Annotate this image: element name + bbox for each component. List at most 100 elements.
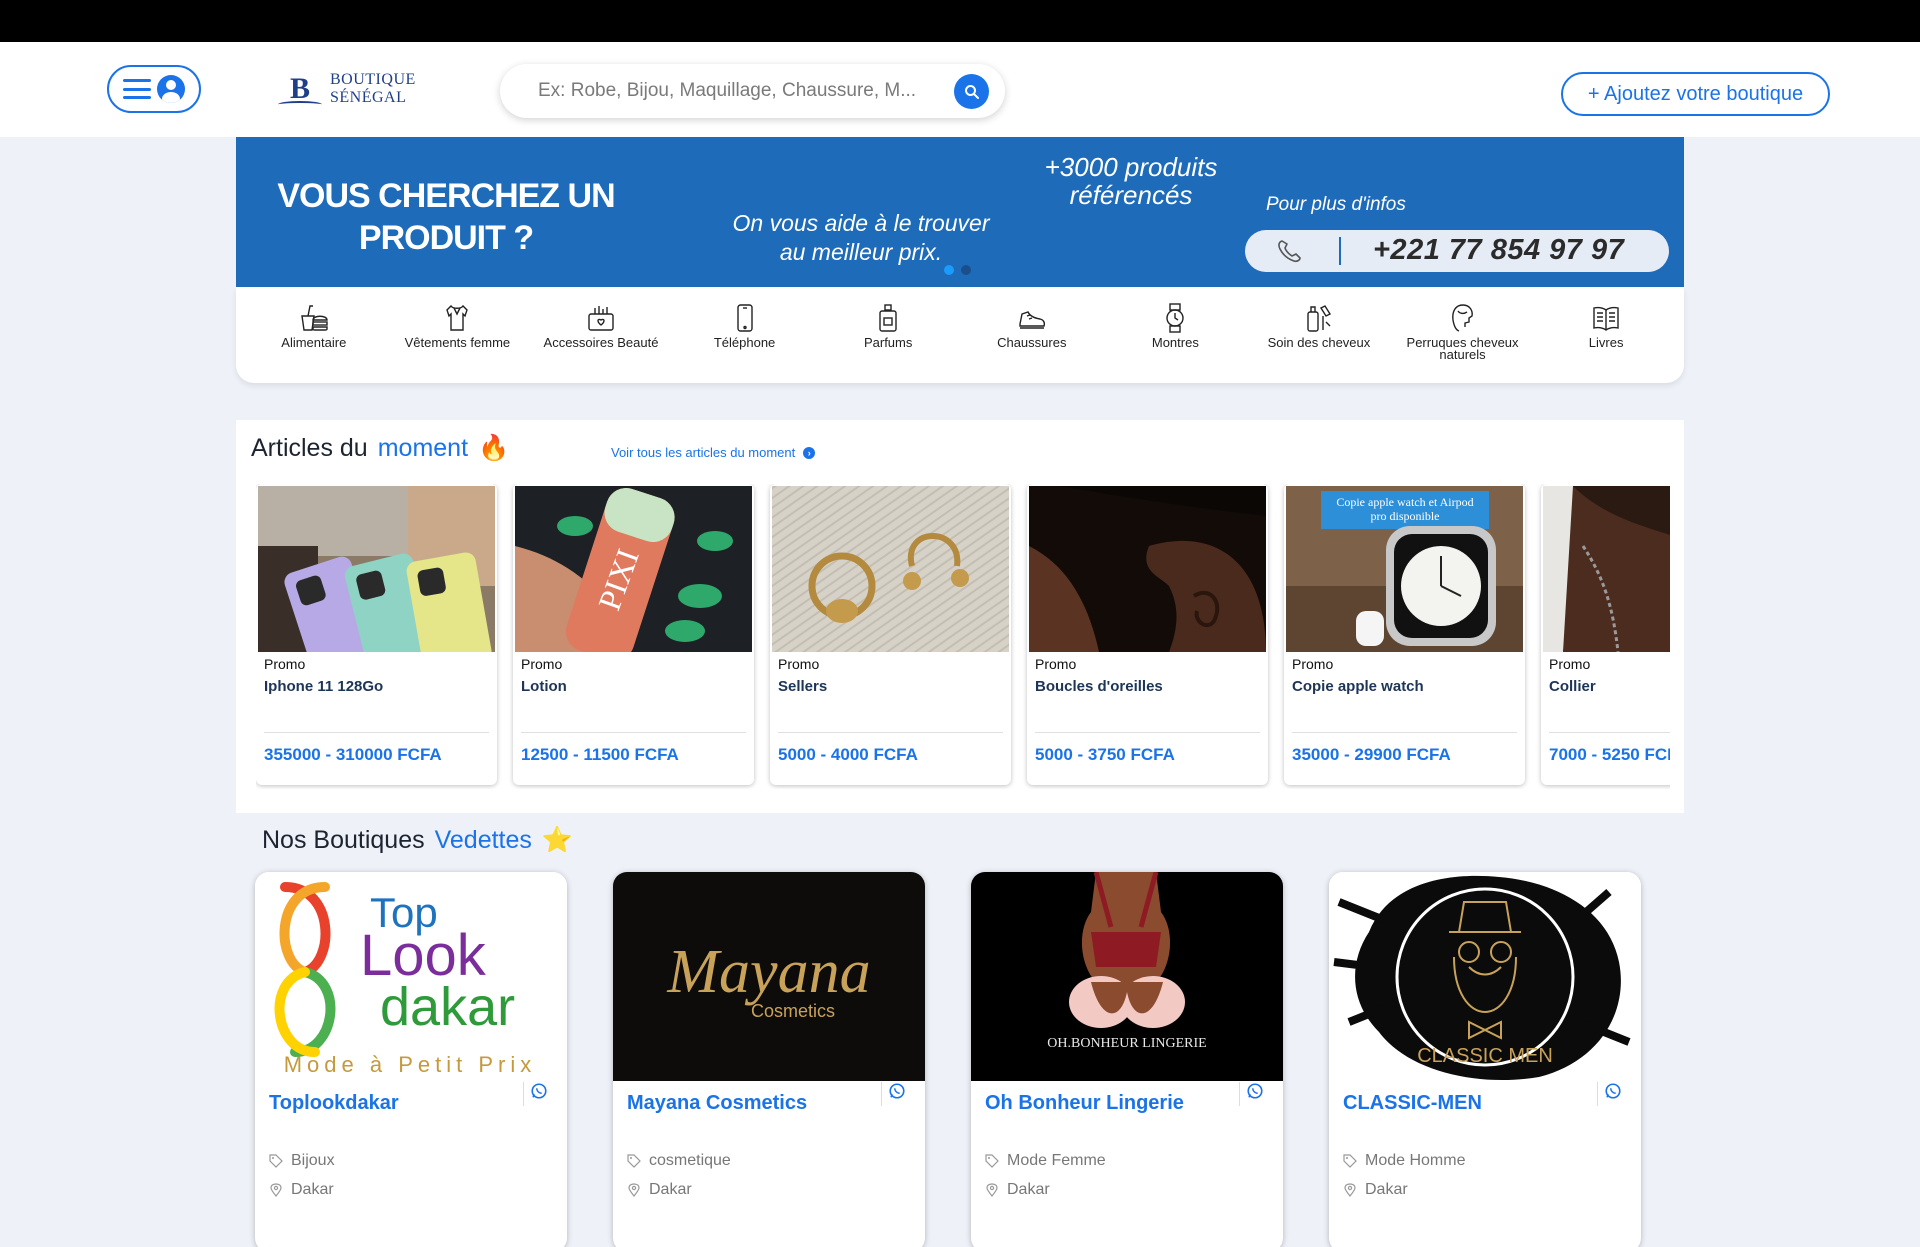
category-alimentaire[interactable]: Alimentaire	[242, 287, 386, 383]
category-chaussures[interactable]: Chaussures	[960, 287, 1104, 383]
logo-mark: B	[276, 74, 324, 104]
shop-category: Mode Homme	[1343, 1152, 1465, 1170]
tag-icon	[269, 1154, 283, 1168]
shop-city: Dakar	[627, 1181, 692, 1199]
articles-carousel[interactable]: Promo Iphone 11 128Go 355000 - 310000 FC…	[256, 484, 1670, 789]
category-vetements-femme[interactable]: Vêtements femme	[386, 287, 530, 383]
shop-name: Oh Bonheur Lingerie	[985, 1092, 1184, 1114]
site-logo[interactable]: B BOUTIQUE SÉNÉGAL	[276, 64, 426, 114]
see-all-articles-link[interactable]: Voir tous les articles du moment ›	[611, 445, 816, 460]
shop-card[interactable]: CLASSIC MEN CLASSIC-MEN Mode Homme Dakar	[1329, 872, 1641, 1247]
banner-title: VOUS CHERCHEZ UN PRODUIT ?	[277, 177, 615, 257]
shop-name: CLASSIC-MEN	[1343, 1092, 1482, 1114]
arrow-right-icon: ›	[803, 446, 816, 459]
product-price: 5000 - 3750 FCFA	[1035, 745, 1175, 764]
shop-category: Bijoux	[269, 1152, 335, 1170]
logo-line-1: BOUTIQUE	[330, 71, 416, 88]
product-image: Copie apple watch et Airpod pro disponib…	[1286, 486, 1523, 652]
hero-banner[interactable]: VOUS CHERCHEZ UN PRODUIT ? On vous aide …	[236, 137, 1684, 287]
category-parfums[interactable]: Parfums	[816, 287, 960, 383]
search-input[interactable]	[538, 64, 938, 118]
product-image	[1029, 486, 1266, 652]
product-name: Sellers	[778, 678, 828, 695]
menu-account-button[interactable]	[107, 65, 201, 113]
perfume-icon	[879, 304, 897, 332]
shop-logo-image: CLASSIC MEN	[1329, 872, 1641, 1081]
product-image	[1543, 486, 1670, 652]
product-card[interactable]: Promo Iphone 11 128Go 355000 - 310000 FC…	[256, 484, 497, 785]
articles-heading: Articles du moment 🔥	[251, 434, 510, 462]
svg-text:CLASSIC MEN: CLASSIC MEN	[1417, 1045, 1553, 1067]
category-accessoires-beaute[interactable]: Accessoires Beauté	[529, 287, 673, 383]
promo-badge: Promo	[264, 656, 306, 672]
search-bar	[500, 64, 1005, 118]
phone-handset-icon	[1278, 240, 1301, 263]
promo-badge: Promo	[1549, 656, 1591, 672]
category-bar: Alimentaire Vêtements femme Accessoires …	[236, 287, 1684, 383]
product-image	[258, 486, 495, 652]
product-card[interactable]: Promo Boucles d'oreilles 5000 - 3750 FCF…	[1027, 484, 1268, 785]
add-shop-button[interactable]: + Ajoutez votre boutique	[1561, 72, 1830, 116]
whatsapp-icon[interactable]	[881, 1082, 905, 1106]
hamburger-icon	[123, 79, 151, 99]
category-livres[interactable]: Livres	[1534, 287, 1678, 383]
sneaker-icon	[1019, 311, 1045, 329]
search-icon	[964, 84, 979, 99]
shop-category: Mode Femme	[985, 1152, 1106, 1170]
location-pin-icon	[1344, 1183, 1356, 1197]
product-card[interactable]: Promo Sellers 5000 - 4000 FCFA	[770, 484, 1011, 785]
category-perruques[interactable]: Perruques cheveux naturels	[1391, 287, 1535, 383]
shop-logo-image: Top Look dakar Mode à Petit Prix	[255, 872, 567, 1081]
carousel-dot-2[interactable]	[961, 265, 971, 275]
product-card[interactable]: PIXI Promo Lotion 12500 - 11500 FCFA	[513, 484, 754, 785]
carousel-dots	[944, 265, 971, 275]
banner-product-count: +3000 produits référencés	[1044, 152, 1218, 210]
shop-card[interactable]: OH.BONHEUR LINGERIE Oh Bonheur Lingerie …	[971, 872, 1283, 1247]
product-name: Copie apple watch	[1292, 678, 1424, 695]
product-card[interactable]: Promo Collier 7000 - 5250 FCFA	[1541, 484, 1670, 785]
carousel-dot-1[interactable]	[944, 265, 954, 275]
shop-card[interactable]: Top Look dakar Mode à Petit Prix Toplook…	[255, 872, 567, 1247]
product-card[interactable]: Copie apple watch et Airpod pro disponib…	[1284, 484, 1525, 785]
category-montres[interactable]: Montres	[1104, 287, 1248, 383]
shop-city: Dakar	[1343, 1181, 1408, 1199]
banner-help-text: On vous aide à le trouver au meilleur pr…	[732, 210, 990, 265]
shop-logo-image: Mayana Cosmetics	[613, 872, 925, 1081]
articles-section: Articles du moment 🔥 Voir tous les artic…	[236, 420, 1684, 813]
banner-phone-pill[interactable]: +221 77 854 97 97	[1245, 230, 1669, 272]
category-soin-des-cheveux[interactable]: Soin des cheveux	[1247, 287, 1391, 383]
svg-text:OH.BONHEUR LINGERIE: OH.BONHEUR LINGERIE	[1047, 1036, 1206, 1051]
tag-icon	[985, 1154, 999, 1168]
shop-city: Dakar	[985, 1181, 1050, 1199]
shop-name: Mayana Cosmetics	[627, 1092, 808, 1114]
product-name: Collier	[1549, 678, 1596, 695]
svg-text:Mayana: Mayana	[666, 938, 870, 1006]
food-icon	[300, 305, 328, 331]
banner-phone-number: +221 77 854 97 97	[1373, 234, 1625, 266]
svg-text:dakar: dakar	[380, 977, 515, 1037]
svg-text:Copie apple watch et Airpod: Copie apple watch et Airpod	[1336, 495, 1473, 509]
product-price: 35000 - 29900 FCFA	[1292, 745, 1451, 764]
svg-text:pro disponible: pro disponible	[1371, 509, 1440, 523]
category-telephone[interactable]: Téléphone	[673, 287, 817, 383]
wig-icon	[1451, 304, 1473, 332]
logo-line-2: SÉNÉGAL	[330, 89, 407, 106]
shop-logo-image: OH.BONHEUR LINGERIE	[971, 872, 1283, 1081]
whatsapp-icon[interactable]	[1239, 1082, 1263, 1106]
shop-name: Toplookdakar	[269, 1092, 399, 1114]
product-price: 12500 - 11500 FCFA	[521, 745, 679, 764]
product-name: Iphone 11 128Go	[264, 678, 384, 695]
shop-card[interactable]: Mayana Cosmetics Mayana Cosmetics cosmet…	[613, 872, 925, 1247]
beauty-bag-icon	[588, 306, 614, 331]
user-icon	[157, 75, 185, 103]
promo-badge: Promo	[1292, 656, 1334, 672]
whatsapp-icon[interactable]	[523, 1082, 547, 1106]
location-pin-icon	[270, 1183, 282, 1197]
whatsapp-icon[interactable]	[1597, 1082, 1621, 1106]
hair-care-icon	[1307, 305, 1331, 332]
tag-icon	[627, 1154, 641, 1168]
search-button[interactable]	[954, 74, 989, 109]
shops-heading: Nos Boutiques Vedettes ⭐	[262, 826, 574, 854]
location-pin-icon	[628, 1183, 640, 1197]
promo-badge: Promo	[778, 656, 820, 672]
